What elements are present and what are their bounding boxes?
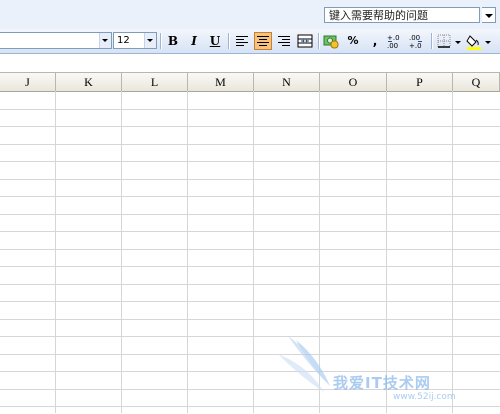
svg-text:+.0: +.0 <box>387 34 400 42</box>
row-gridline <box>0 284 500 285</box>
comma-style-button[interactable]: , <box>366 32 384 50</box>
svg-text:.00: .00 <box>409 34 420 42</box>
help-bar: 键入需要帮助的问题 <box>0 0 500 30</box>
chevron-down-icon[interactable] <box>144 33 156 48</box>
font-size-select[interactable]: 12 <box>113 32 157 49</box>
column-header-q[interactable]: Q <box>453 73 500 91</box>
column-header-j[interactable]: J <box>0 73 56 91</box>
row-gridline <box>0 301 500 302</box>
column-gridline <box>55 91 56 413</box>
row-gridline <box>0 196 500 197</box>
increase-decimal-icon: +.0.00 <box>387 34 400 50</box>
merge-cells-icon <box>297 34 313 48</box>
align-center-icon <box>257 36 269 46</box>
column-header-row: J K L M N O P Q <box>0 72 500 92</box>
italic-button[interactable]: I <box>185 32 203 50</box>
row-gridline <box>0 109 500 110</box>
watermark-url: www.52ij.com <box>393 392 456 402</box>
row-gridline <box>0 319 500 320</box>
fill-color-dropdown-arrow[interactable] <box>484 33 491 51</box>
borders-button[interactable] <box>435 32 453 50</box>
increase-decimal-button[interactable]: +.0.00 <box>386 32 404 50</box>
row-gridline <box>0 231 500 232</box>
decrease-decimal-button[interactable]: .00 +.0 <box>408 32 426 50</box>
toolbar-separator <box>160 33 162 49</box>
fill-color-button[interactable] <box>465 32 483 50</box>
align-right-button[interactable] <box>275 32 293 50</box>
column-header-o[interactable]: O <box>320 73 387 91</box>
column-header-l[interactable]: L <box>122 73 188 91</box>
font-name-select[interactable] <box>0 32 112 49</box>
percent-style-button[interactable]: % <box>344 32 362 50</box>
row-gridline <box>0 249 500 250</box>
column-header-n[interactable]: N <box>254 73 320 91</box>
column-header-p[interactable]: P <box>387 73 453 91</box>
row-gridline <box>0 126 500 127</box>
row-gridline <box>0 161 500 162</box>
row-gridline <box>0 144 500 145</box>
formatting-toolbar: 12 B I U % , +.0.00 .00 +.0 <box>0 29 500 54</box>
svg-text:.00: .00 <box>387 42 398 50</box>
merge-center-button[interactable] <box>296 32 314 50</box>
column-gridline <box>187 91 188 413</box>
column-gridline <box>253 91 254 413</box>
bold-button[interactable]: B <box>164 32 182 50</box>
column-gridline <box>121 91 122 413</box>
decrease-decimal-icon: .00+.0 <box>409 34 422 50</box>
borders-dropdown-arrow[interactable] <box>454 33 461 51</box>
formula-bar-area <box>0 54 500 72</box>
align-left-icon <box>236 36 248 46</box>
toolbar-separator <box>431 33 433 49</box>
svg-text:+.0: +.0 <box>409 42 422 50</box>
currency-style-button[interactable] <box>322 32 340 50</box>
align-center-button[interactable] <box>254 32 272 50</box>
align-left-button[interactable] <box>233 32 251 50</box>
toolbar-separator <box>228 33 230 49</box>
watermark: 我爱IT技术网 www.52ij.com <box>278 334 493 410</box>
underline-button[interactable]: U <box>206 32 224 50</box>
help-search-input[interactable]: 键入需要帮助的问题 <box>324 7 480 23</box>
borders-icon <box>437 34 451 48</box>
row-gridline <box>0 179 500 180</box>
toolbar-separator <box>318 33 320 49</box>
chevron-down-icon[interactable] <box>99 33 111 48</box>
align-right-icon <box>278 36 290 46</box>
currency-icon <box>323 35 339 49</box>
help-dropdown-button[interactable] <box>482 7 496 23</box>
row-gridline <box>0 266 500 267</box>
watermark-text: 我爱IT技术网 <box>333 374 431 392</box>
paint-bucket-icon <box>466 35 481 50</box>
row-gridline <box>0 214 500 215</box>
column-header-m[interactable]: M <box>188 73 254 91</box>
font-size-value: 12 <box>117 35 130 46</box>
column-header-k[interactable]: K <box>56 73 122 91</box>
